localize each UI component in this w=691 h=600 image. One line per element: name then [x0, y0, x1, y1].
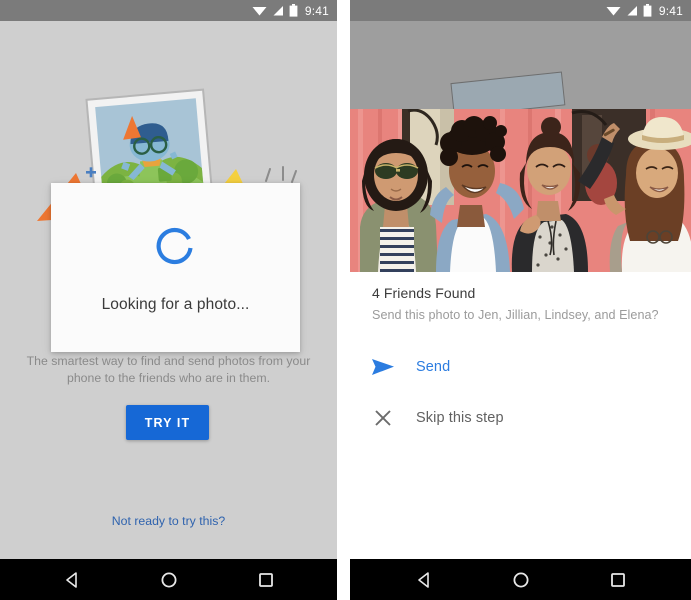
photo-four-women [350, 109, 691, 272]
nav-bar-left [0, 559, 337, 600]
recents-icon[interactable] [608, 570, 628, 590]
friends-found-body: 4 Friends Found Send this photo to Jen, … [350, 21, 691, 559]
left-phone-screen: 9:41 Looking for a photo... The smartest… [0, 0, 337, 600]
status-bar-time: 9:41 [658, 3, 683, 18]
send-label: Send [416, 359, 451, 375]
battery-icon [289, 4, 298, 17]
screen-divider [337, 0, 350, 600]
home-icon[interactable] [511, 570, 531, 590]
loading-spinner [155, 227, 197, 274]
photo-meta: 4 Friends Found Send this photo to Jen, … [372, 285, 672, 322]
back-icon[interactable] [62, 570, 82, 590]
battery-icon [643, 4, 652, 17]
home-icon[interactable] [159, 570, 179, 590]
signal-icon [627, 6, 637, 16]
right-phone-screen: 9:41 4 Friends Found Send this photo to … [350, 0, 691, 600]
skip-label: Skip this step [416, 410, 504, 426]
loading-dialog-text: Looking for a photo... [101, 296, 250, 313]
screenshot-root: 9:41 Looking for a photo... The smartest… [0, 0, 691, 600]
loading-dialog: Looking for a photo... [51, 183, 300, 352]
friends-found-subtitle: Send this photo to Jen, Jillian, Lindsey… [372, 308, 659, 322]
wifi-icon [606, 7, 621, 16]
wifi-icon [252, 7, 267, 16]
close-icon [350, 408, 416, 428]
recents-icon[interactable] [256, 570, 276, 590]
status-bar-left: 9:41 [0, 0, 337, 21]
send-icon [350, 357, 416, 377]
not-ready-link[interactable]: Not ready to try this? [0, 514, 337, 528]
back-icon[interactable] [414, 570, 434, 590]
status-bar-right: 9:41 [350, 0, 691, 21]
onboarding-caption: The smartest way to find and send photos… [26, 354, 311, 385]
signal-icon [273, 6, 283, 16]
skip-action-row[interactable]: Skip this step [350, 408, 691, 428]
nav-bar-right [350, 559, 691, 600]
try-it-button[interactable]: TRY IT [126, 405, 209, 440]
status-bar-time: 9:41 [304, 3, 329, 18]
send-action-row[interactable]: Send [350, 357, 691, 377]
onboarding-body: Looking for a photo... The smartest way … [0, 21, 337, 559]
friends-found-title: 4 Friends Found [372, 285, 476, 301]
